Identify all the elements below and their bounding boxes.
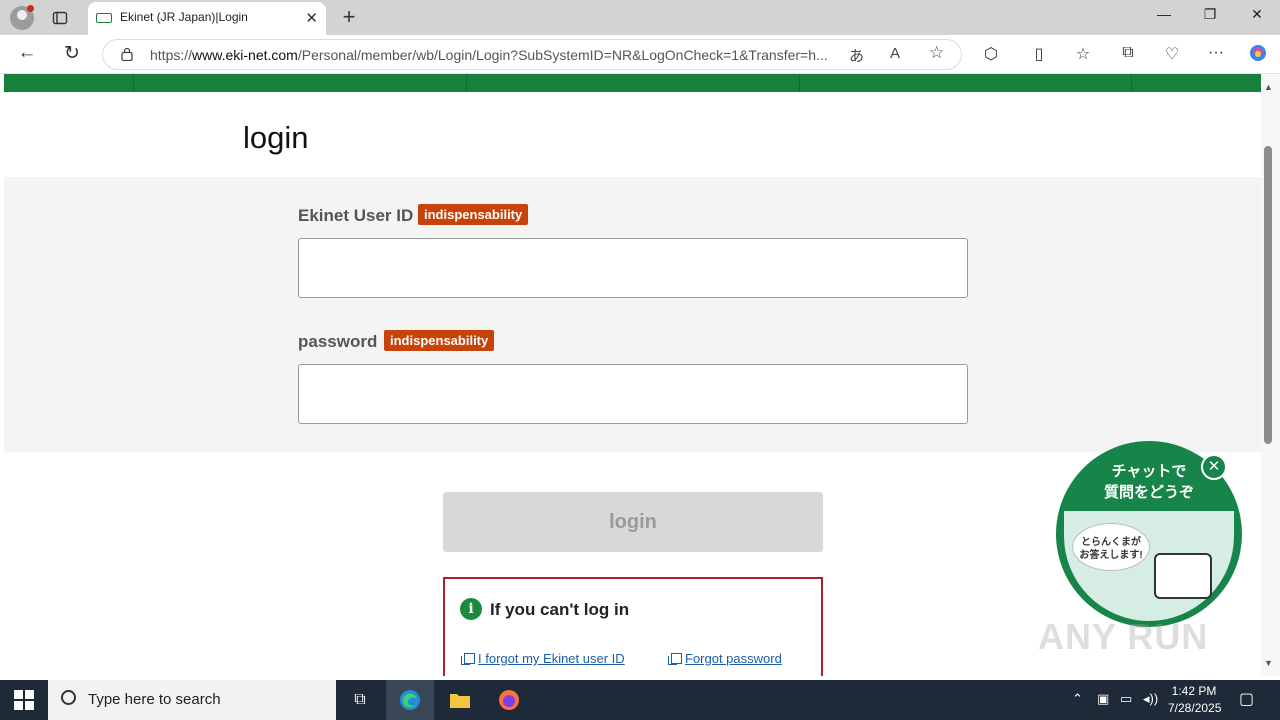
login-button[interactable]: login <box>443 492 823 552</box>
chat-bubble-line2: お答えします! <box>1079 550 1143 561</box>
anyrun-watermark: ANY RUN <box>1038 616 1209 657</box>
file-explorer-icon[interactable] <box>436 680 484 720</box>
chat-speech-bubble: とらんくまが お答えします! <box>1072 523 1150 571</box>
more-options-icon[interactable]: ··· <box>1204 44 1228 62</box>
chat-title-line2: 質問をどうぞ <box>1103 484 1194 501</box>
external-link-icon <box>668 653 682 665</box>
close-window-icon[interactable]: ✕ <box>1234 6 1280 23</box>
browser-toolbar: ← ↻ https://www.eki-net.com/Personal/mem… <box>0 35 1280 74</box>
password-label: password <box>298 332 378 351</box>
page-scrollbar[interactable]: ▲ ▼ <box>1261 74 1280 676</box>
tab-actions-icon[interactable] <box>50 8 70 28</box>
favorites-icon[interactable]: ☆ <box>1071 44 1095 64</box>
network-icon[interactable]: ▭ <box>1120 691 1132 707</box>
user-id-input[interactable] <box>298 238 968 298</box>
url-text[interactable]: https://www.eki-net.com/Personal/member/… <box>150 47 840 63</box>
forgot-password-link[interactable]: Forgot password <box>685 651 782 666</box>
chat-bubble-line1: とらんくまが <box>1081 537 1141 548</box>
volume-icon[interactable]: ◂)) <box>1143 691 1158 707</box>
collections-icon[interactable]: ⧉ <box>1116 44 1140 62</box>
back-icon[interactable]: ← <box>15 42 39 64</box>
forgot-user-id-link[interactable]: I forgot my Ekinet user ID <box>478 651 625 666</box>
extensions-icon[interactable]: ⬡ <box>979 44 1003 64</box>
tray-chevron-icon[interactable]: ⌃ <box>1072 691 1083 707</box>
password-input[interactable] <box>298 364 968 424</box>
chat-illustration: とらんくまが お答えします! <box>1064 511 1234 621</box>
scroll-down-icon[interactable]: ▼ <box>1264 658 1273 668</box>
notifications-icon[interactable]: ▢ <box>1239 689 1254 709</box>
taskbar-search-box[interactable]: Type here to search <box>48 680 336 720</box>
chat-close-icon[interactable]: ✕ <box>1201 454 1227 480</box>
clock-date: 7/28/2025 <box>1168 701 1222 715</box>
windows-taskbar: Type here to search ⧉ ⌃ ▣ ▭ ◂)) 1:42 PM … <box>0 680 1280 720</box>
user-id-label: Ekinet User ID <box>298 206 414 225</box>
windows-start-icon[interactable] <box>14 690 34 710</box>
trunk-bear-mascot-icon <box>1154 553 1212 599</box>
page-title: login <box>243 120 309 155</box>
taskbar-clock[interactable]: 1:42 PM 7/28/2025 <box>1168 683 1222 717</box>
tray-device-icon[interactable]: ▣ <box>1097 691 1109 707</box>
new-tab-icon[interactable]: + <box>338 4 360 30</box>
address-bar[interactable]: https://www.eki-net.com/Personal/member/… <box>102 39 962 70</box>
clock-time: 1:42 PM <box>1171 684 1217 698</box>
ekinet-favicon-icon <box>96 13 112 23</box>
favorite-star-icon[interactable]: ☆ <box>929 43 944 63</box>
external-link-icon <box>461 653 475 665</box>
top-navigation-bar <box>4 74 1261 92</box>
url-path: /Personal/member/wb/Login/Login?SubSyste… <box>297 47 828 63</box>
tab-strip: Ekinet (JR Japan)|Login ✕ + — ❐ ✕ <box>0 0 1280 35</box>
info-icon: i <box>460 598 482 620</box>
tab-close-icon[interactable]: ✕ <box>305 9 318 27</box>
restore-icon[interactable]: ❐ <box>1187 6 1233 23</box>
minimize-icon[interactable]: — <box>1141 6 1187 22</box>
browser-essentials-icon[interactable]: ♡ <box>1160 44 1184 64</box>
task-view-icon[interactable]: ⧉ <box>336 680 384 720</box>
refresh-icon[interactable]: ↻ <box>60 42 84 65</box>
read-aloud-icon[interactable]: A <box>890 45 900 62</box>
active-tab[interactable]: Ekinet (JR Japan)|Login ✕ <box>88 2 326 35</box>
lock-icon[interactable] <box>121 47 133 61</box>
password-required-badge: indispensability <box>384 330 495 351</box>
page-viewport: login Ekinet User ID indispensability pa… <box>4 74 1261 676</box>
url-host: www.eki-net.com <box>192 47 298 63</box>
copilot-icon[interactable] <box>1246 44 1270 67</box>
help-title: If you can't log in <box>490 600 630 619</box>
notification-dot <box>27 5 34 12</box>
translate-icon[interactable]: あ <box>849 45 864 66</box>
search-icon <box>61 690 76 705</box>
scrollbar-thumb[interactable] <box>1264 146 1272 444</box>
scroll-up-icon[interactable]: ▲ <box>1264 82 1273 92</box>
firefox-icon[interactable] <box>485 680 533 720</box>
edge-taskbar-icon[interactable] <box>386 680 434 720</box>
taskbar-search-placeholder: Type here to search <box>88 691 221 708</box>
login-help-box: i If you can't log in I forgot my Ekinet… <box>443 577 823 676</box>
tab-title: Ekinet (JR Japan)|Login <box>120 10 248 24</box>
split-screen-icon[interactable]: ▯ <box>1027 44 1051 64</box>
url-prefix: https:// <box>150 47 193 63</box>
user-id-required-badge: indispensability <box>418 204 529 225</box>
